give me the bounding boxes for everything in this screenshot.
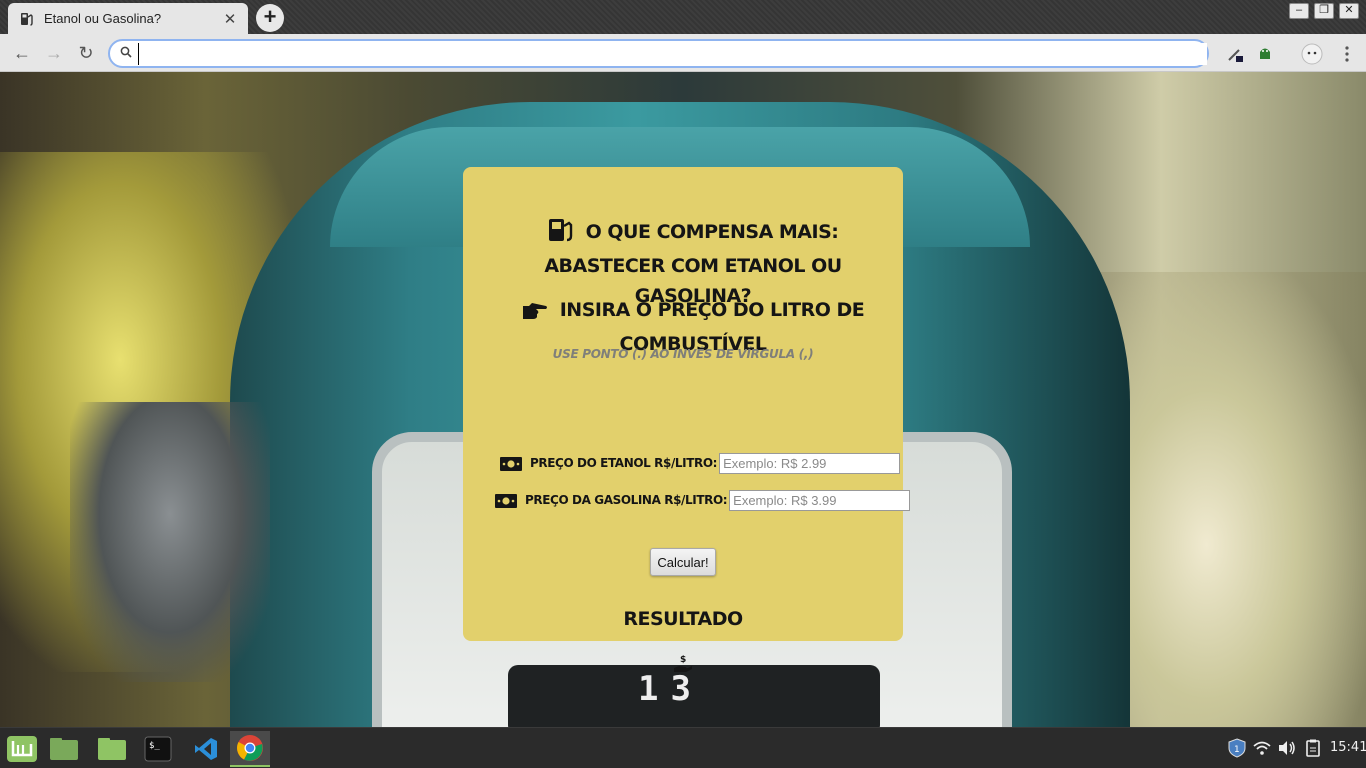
tab-close-icon[interactable]: ✕ <box>222 10 238 28</box>
clipboard-icon[interactable] <box>1303 738 1323 758</box>
calculator-card: O que compensa mais: abastecer com etano… <box>463 167 911 672</box>
files-icon[interactable] <box>44 731 84 767</box>
chrome-icon[interactable] <box>230 731 270 767</box>
mint-menu-icon[interactable] <box>2 731 42 767</box>
gas-pump-favicon-icon <box>18 10 36 28</box>
reload-button[interactable]: ↻ <box>74 41 98 65</box>
android-extension-icon[interactable] <box>1254 43 1276 65</box>
svg-text:$: $ <box>680 655 686 665</box>
background-pump-nozzle <box>70 402 270 682</box>
gasoline-field-row: Preço da Gasolina R$/Litro: <box>495 489 911 511</box>
background-pump-counter: 13 <box>508 665 880 727</box>
menu-kebab-icon[interactable] <box>1336 43 1358 65</box>
gasoline-price-label: Preço da Gasolina R$/Litro: <box>525 493 728 507</box>
gas-pump-icon <box>548 218 574 251</box>
result-heading: Resultado <box>623 608 743 630</box>
decimal-hint: Use ponto (.) ao invés de vírgula (,) <box>552 347 814 361</box>
background-light <box>1100 272 1366 727</box>
profile-avatar-icon[interactable] <box>1301 43 1323 65</box>
hand-holding-usd-icon: $ <box>673 654 693 674</box>
taskbar: $_ 1 15:41 <box>0 727 1366 768</box>
back-button[interactable]: ← <box>10 41 34 65</box>
browser-titlebar: Etanol ou Gasolina? ✕ + – ❐ ✕ <box>0 0 1366 34</box>
folder-icon[interactable] <box>92 731 132 767</box>
shield-update-icon[interactable]: 1 <box>1227 738 1247 758</box>
vscode-icon[interactable] <box>186 731 226 767</box>
forward-button[interactable]: → <box>42 41 66 65</box>
background-counter-digits: 13 <box>638 669 703 709</box>
browser-tab[interactable]: Etanol ou Gasolina? ✕ <box>8 3 248 34</box>
ethanol-field-row: Preço do Etanol R$/Litro: <box>500 452 901 474</box>
volume-icon[interactable] <box>1277 738 1297 758</box>
gasoline-price-input[interactable] <box>729 489 911 511</box>
eyedropper-extension-icon[interactable] <box>1224 43 1246 65</box>
svg-text:$_: $_ <box>149 741 160 751</box>
ethanol-price-label: Preço do Etanol R$/Litro: <box>530 456 718 470</box>
pointing-hand-icon <box>522 299 548 329</box>
browser-toolbar: ← → ↻ <box>0 34 1366 72</box>
address-input[interactable] <box>138 42 1207 65</box>
money-bill-icon <box>500 456 522 471</box>
clock[interactable]: 15:41 <box>1330 740 1366 755</box>
ethanol-price-input[interactable] <box>719 452 901 474</box>
terminal-icon[interactable]: $_ <box>138 731 178 767</box>
restore-button[interactable]: ❐ <box>1314 3 1334 19</box>
minimize-button[interactable]: – <box>1289 3 1309 19</box>
wifi-icon[interactable] <box>1252 738 1272 758</box>
tab-title: Etanol ou Gasolina? <box>44 11 162 26</box>
address-bar[interactable] <box>108 39 1209 68</box>
search-icon <box>120 45 132 63</box>
calculate-button[interactable]: Calcular! <box>650 548 716 576</box>
svg-text:1: 1 <box>1234 745 1240 755</box>
money-bill-icon <box>495 493 517 508</box>
close-window-button[interactable]: ✕ <box>1339 3 1359 19</box>
new-tab-button[interactable]: + <box>256 4 284 32</box>
web-page: 13 O que compensa mais: abastecer com et… <box>0 72 1366 727</box>
